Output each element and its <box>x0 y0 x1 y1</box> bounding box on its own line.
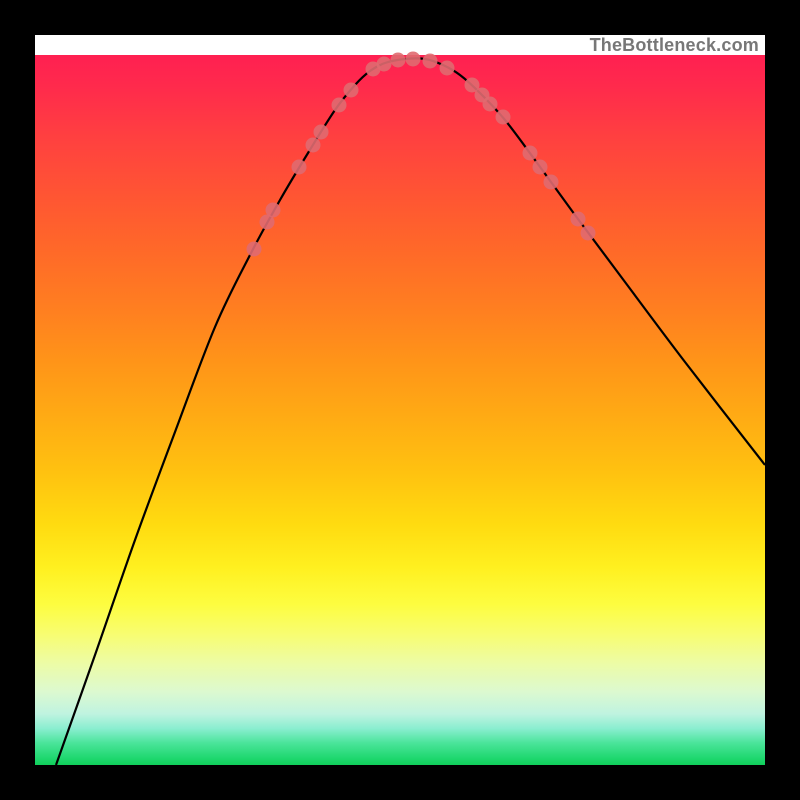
data-marker <box>266 203 281 218</box>
bottleneck-curve <box>56 58 765 765</box>
data-marker <box>483 97 498 112</box>
data-marker <box>332 98 347 113</box>
data-marker <box>314 125 329 140</box>
chart-svg <box>35 35 765 765</box>
data-marker <box>292 160 307 175</box>
data-marker <box>247 242 262 257</box>
data-marker <box>533 160 548 175</box>
data-marker <box>423 54 438 69</box>
data-marker <box>377 57 392 72</box>
data-marker <box>496 110 511 125</box>
data-marker <box>581 226 596 241</box>
chart-frame: TheBottleneck.com <box>0 0 800 800</box>
data-marker <box>306 138 321 153</box>
data-marker <box>406 52 421 67</box>
data-marker <box>523 146 538 161</box>
data-marker <box>544 175 559 190</box>
data-marker <box>571 212 586 227</box>
data-marker <box>440 61 455 76</box>
data-marker <box>391 53 406 68</box>
plot-area: TheBottleneck.com <box>35 35 765 765</box>
data-marker <box>344 83 359 98</box>
